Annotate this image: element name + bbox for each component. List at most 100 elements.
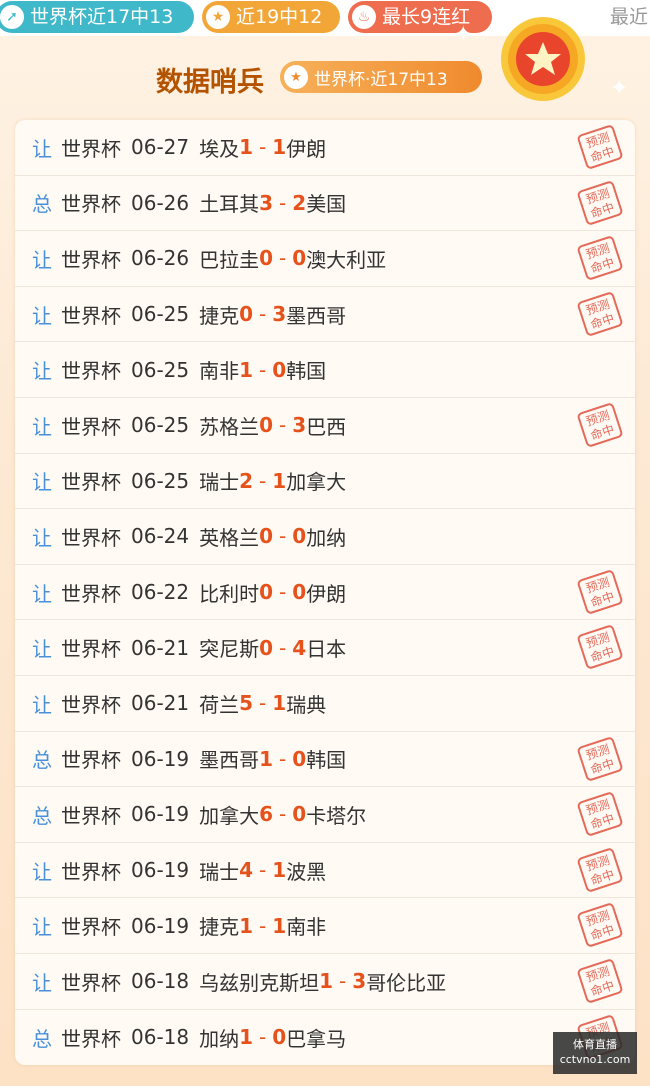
match-row[interactable]: 让世界杯 06-21 突尼斯 0-4 日本 预测 命中 [15, 620, 635, 676]
match-row[interactable]: 总世界杯 06-19 墨西哥 1-0 韩国 预测 命中 [15, 732, 635, 788]
league-name: 世界杯 [61, 915, 121, 940]
away-score: 3 [292, 413, 307, 438]
prediction-hit-stamp: 预测命中 [577, 903, 623, 948]
match-date: 06-22 [131, 580, 190, 605]
score-separator: - [259, 135, 267, 160]
home-score: 0 [259, 246, 274, 271]
away-score: 0 [292, 524, 307, 549]
match-date: 06-21 [131, 691, 190, 716]
bet-type-tag: 总 [32, 192, 52, 217]
away-score: 0 [272, 357, 287, 382]
away-team: 加纳 [306, 525, 347, 550]
match-date: 06-25 [131, 468, 190, 493]
match-row[interactable]: 让世界杯 06-25 苏格兰 0-3 巴西 预测 命中 [15, 398, 635, 454]
home-score: 1 [239, 135, 254, 160]
league-name: 世界杯 [61, 247, 121, 272]
world-cup-record-tab[interactable]: ➚ 世界杯近17中13 [0, 1, 194, 33]
away-team: 韩国 [306, 748, 347, 773]
match-row[interactable]: 让世界杯 06-19 捷克 1-1 南非 预测 命中 [15, 898, 635, 954]
match-row[interactable]: 让世界杯 06-27 埃及 1-1 伊朗 预测 命中 [15, 120, 635, 176]
prediction-hit-stamp: 预测命中 [577, 959, 623, 1003]
prediction-hit-stamp: 预测命中 [577, 848, 623, 892]
away-score: 0 [272, 1025, 287, 1050]
away-score: 3 [352, 969, 367, 994]
bet-type-tag: 让 [32, 303, 52, 328]
score-separator: - [279, 802, 287, 827]
home-team: 突尼斯 [199, 637, 260, 662]
match-row[interactable]: 让世界杯 06-24 英格兰 0-0 加纳 [15, 509, 635, 565]
sparkle-icon: ✦ [610, 76, 629, 101]
match-date: 06-26 [131, 190, 190, 215]
latest-tab[interactable]: 最近 [610, 1, 648, 33]
league-name: 世界杯 [61, 136, 121, 161]
home-score: 2 [239, 468, 254, 493]
league-name: 世界杯 [61, 803, 121, 828]
match-row[interactable]: 让世界杯 06-25 捷克 0-3 墨西哥 预测 命中 [15, 287, 635, 343]
match-row[interactable]: 让世界杯 06-21 荷兰 5-1 瑞典 [15, 676, 635, 732]
away-score: 0 [292, 746, 307, 771]
away-team: 卡塔尔 [306, 803, 367, 828]
away-team: 波黑 [286, 859, 327, 884]
match-row[interactable]: 让世界杯 06-18 乌兹别克斯坦 1-3 哥伦比亚 预测 命中 [15, 954, 635, 1010]
away-team: 澳大利亚 [306, 247, 387, 272]
away-score: 0 [292, 246, 307, 271]
away-score: 1 [272, 913, 287, 938]
home-score: 1 [239, 913, 254, 938]
match-row[interactable]: 让世界杯 06-25 南非 1-0 韩国 [15, 342, 635, 398]
home-team: 乌兹别克斯坦 [199, 970, 320, 995]
home-team: 荷兰 [199, 692, 240, 717]
match-row[interactable]: 让世界杯 06-25 瑞士 2-1 加拿大 [15, 454, 635, 510]
away-score: 1 [272, 691, 287, 716]
match-date: 06-25 [131, 302, 190, 327]
league-name: 世界杯 [61, 859, 121, 884]
prediction-hit-stamp: 预测命中 [577, 403, 623, 447]
match-row[interactable]: 让世界杯 06-26 巴拉圭 0-0 澳大利亚 预测 命中 [15, 231, 635, 287]
league-name: 世界杯 [61, 359, 121, 384]
home-score: 0 [259, 413, 274, 438]
match-list: 让世界杯 06-27 埃及 1-1 伊朗 预测 命中总世界杯 06-26 土耳其 3-2 美国 预测命… [15, 120, 635, 1065]
prediction-hit-stamp: 预测命中 [577, 792, 623, 836]
prediction-hit-stamp: 预测命中 [577, 292, 623, 336]
score-separator: - [259, 468, 267, 493]
match-row[interactable]: 总世界杯 06-19 加拿大 6-0 卡塔尔 预测 命中 [15, 787, 635, 843]
away-team: 哥伦比亚 [366, 970, 447, 995]
bet-type-tag: 让 [32, 859, 52, 884]
home-score: 0 [259, 580, 274, 605]
score-separator: - [279, 580, 287, 605]
home-team: 加纳 [199, 1026, 240, 1051]
bet-type-tag: 让 [32, 915, 52, 940]
match-date: 06-19 [131, 858, 190, 883]
bet-type-tag: 让 [32, 247, 52, 272]
match-row[interactable]: 总世界杯06-18加纳1-0巴拿马预测命中 [15, 1010, 635, 1066]
match-date: 06-25 [131, 357, 190, 382]
header-badge: ★ 世界杯·近17中13 [280, 61, 482, 93]
home-score: 0 [239, 302, 254, 327]
home-team: 南非 [199, 359, 240, 384]
home-team: 巴拉圭 [199, 247, 260, 272]
match-date: 06-18 [131, 969, 190, 994]
home-team: 英格兰 [199, 525, 260, 550]
away-team: 韩国 [286, 359, 327, 384]
bet-type-tag: 让 [32, 525, 52, 550]
match-row[interactable]: 总世界杯 06-26 土耳其 3-2 美国 预测 命中 [15, 176, 635, 232]
home-team: 墨西哥 [199, 748, 260, 773]
latest-label: 最近 [610, 6, 649, 28]
home-team: 埃及 [199, 136, 240, 161]
recent-record-tab[interactable]: ★ 近19中12 [202, 1, 340, 33]
match-row[interactable]: 让世界杯 06-19 瑞士 4-1 波黑 预测 命中 [15, 843, 635, 899]
score-separator: - [259, 357, 267, 382]
prediction-hit-stamp: 预测命中 [577, 236, 623, 280]
match-row[interactable]: 让世界杯 06-22 比利时 0-0 伊朗 预测 命中 [15, 565, 635, 621]
home-score: 5 [239, 691, 254, 716]
header-badge-label: 世界杯·近17中13 [314, 69, 448, 90]
prediction-hit-stamp: 预测命中 [577, 180, 623, 225]
score-separator: - [259, 302, 267, 327]
score-separator: - [259, 1025, 267, 1050]
watermark: 体育直播 cctvno1.com [553, 1032, 637, 1074]
away-team: 墨西哥 [286, 303, 347, 328]
home-team: 苏格兰 [199, 414, 260, 439]
away-score: 3 [272, 302, 287, 327]
away-team: 美国 [306, 192, 347, 217]
league-name: 世界杯 [61, 525, 121, 550]
home-score: 6 [259, 802, 274, 827]
